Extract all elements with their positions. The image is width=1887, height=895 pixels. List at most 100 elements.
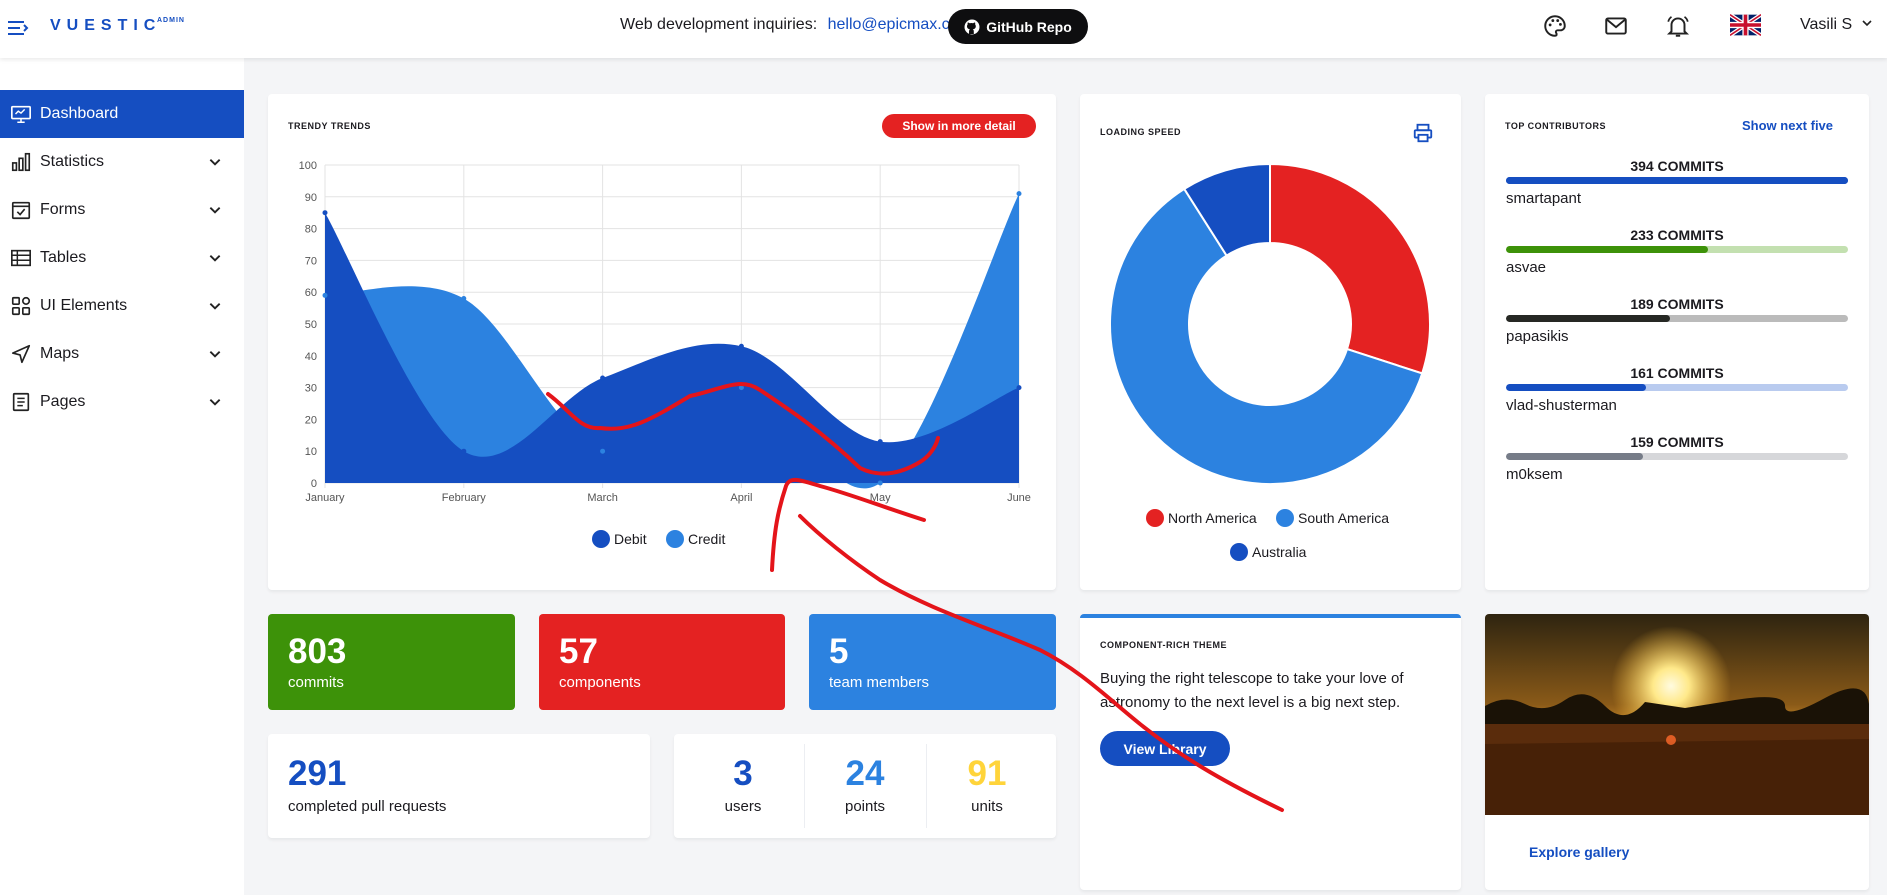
pull-requests-card: 291 completed pull requests xyxy=(268,734,650,838)
data-point-credit xyxy=(877,480,883,486)
chevron-down-icon xyxy=(209,303,221,310)
stat-components: 57 components xyxy=(539,614,785,710)
x-tick-label: May xyxy=(870,492,891,504)
legend-dot-australia xyxy=(1230,543,1248,561)
stat-label: team members xyxy=(829,674,930,691)
document-icon xyxy=(12,392,30,412)
loading-speed-donut xyxy=(1109,162,1431,485)
logo[interactable]: VUESTIC xyxy=(50,17,161,35)
checkbox-icon xyxy=(11,201,31,220)
contributor-commits: 159 COMMITS xyxy=(1630,434,1724,450)
y-tick-label: 10 xyxy=(305,446,317,458)
contributor-progress xyxy=(1506,453,1848,460)
theme-title: COMPONENT-RICH THEME xyxy=(1100,640,1227,650)
y-tick-label: 30 xyxy=(305,383,317,395)
legend-north-america[interactable]: North America xyxy=(1146,509,1257,527)
sidebar-item-forms[interactable]: Forms xyxy=(0,186,244,234)
sidebar-item-ui-elements[interactable]: UI Elements xyxy=(0,282,244,330)
x-tick-label: March xyxy=(587,492,618,504)
mini-stats-card: 3 users 24 points 91 units xyxy=(674,734,1056,838)
sidebar-item-pages[interactable]: Pages xyxy=(0,378,244,426)
sidebar-item-label: UI Elements xyxy=(40,297,128,314)
legend-south-america[interactable]: South America xyxy=(1276,509,1389,527)
uk-flag-icon[interactable] xyxy=(1730,14,1761,36)
data-point-credit xyxy=(461,296,467,302)
sidebar-item-label: Statistics xyxy=(40,153,105,170)
mini-stat-points-value: 24 xyxy=(845,754,885,793)
mail-icon[interactable] xyxy=(1603,13,1629,39)
data-point-credit xyxy=(600,448,606,454)
menu-toggle-icon[interactable] xyxy=(6,16,30,40)
pull-requests-value: 291 xyxy=(288,754,347,793)
sidebar: Dashboard Statistics Forms Tables UI Ele… xyxy=(0,58,244,895)
mini-stat-units-label: units xyxy=(971,798,1003,815)
contributor-name: smartapant xyxy=(1506,190,1582,207)
github-icon xyxy=(964,19,980,34)
data-point-debit xyxy=(877,439,883,445)
show-next-five-link[interactable]: Show next five xyxy=(1742,118,1833,133)
sidebar-item-statistics[interactable]: Statistics xyxy=(0,138,244,186)
stat-team-members: 5 team members xyxy=(809,614,1056,710)
contributor-progress xyxy=(1506,246,1848,253)
user-name: Vasili S xyxy=(1800,16,1853,33)
data-point-credit xyxy=(322,292,328,298)
legend-dot-credit xyxy=(666,530,684,548)
contributor-name: m0ksem xyxy=(1506,466,1563,483)
data-point-credit xyxy=(1016,191,1022,197)
sidebar-item-maps[interactable]: Maps xyxy=(0,330,244,378)
contributor-commits: 233 COMMITS xyxy=(1630,227,1724,243)
legend-dot-north-america xyxy=(1146,509,1164,527)
contributor-name: papasikis xyxy=(1506,328,1569,345)
y-tick-label: 90 xyxy=(305,192,317,204)
stat-value: 57 xyxy=(559,632,598,671)
sidebar-item-tables[interactable]: Tables xyxy=(0,234,244,282)
inquiry-text: Web development inquiries: xyxy=(620,16,818,33)
legend-debit[interactable]: Debit xyxy=(592,530,647,548)
palette-icon[interactable] xyxy=(1542,13,1568,39)
y-tick-label: 70 xyxy=(305,255,317,267)
sunset-image[interactable] xyxy=(1485,614,1869,815)
y-tick-label: 80 xyxy=(305,224,317,236)
x-tick-label: April xyxy=(730,492,752,504)
bell-icon[interactable] xyxy=(1665,13,1691,39)
sidebar-item-label: Tables xyxy=(40,249,87,266)
chevron-down-icon xyxy=(209,207,221,214)
contributor-progress xyxy=(1506,177,1848,184)
contributor-row: 394 COMMITS smartapant xyxy=(1506,158,1848,207)
explore-gallery-link[interactable]: Explore gallery xyxy=(1529,844,1629,860)
y-tick-label: 20 xyxy=(305,414,317,426)
stat-value: 803 xyxy=(288,632,347,671)
bar-chart-icon xyxy=(11,152,31,172)
chevron-down-icon xyxy=(1862,20,1872,27)
table-icon xyxy=(11,249,31,267)
github-repo-button[interactable]: GitHub Repo xyxy=(948,9,1088,44)
inquiry-email-link[interactable]: hello@epicmax.co xyxy=(828,16,959,33)
grid-icon xyxy=(11,296,31,316)
data-point-debit xyxy=(738,343,744,349)
mini-stat-users-label: users xyxy=(724,798,762,815)
legend-australia[interactable]: Australia xyxy=(1230,543,1306,561)
view-library-button[interactable]: View Library xyxy=(1100,731,1230,766)
legend-dot-south-america xyxy=(1276,509,1294,527)
chevron-down-icon xyxy=(209,351,221,358)
user-menu[interactable]: Vasili S xyxy=(1800,16,1873,34)
contributor-row: 189 COMMITS papasikis xyxy=(1506,296,1848,345)
logo-sub: ADMIN xyxy=(157,17,185,24)
legend-north-america-label: North America xyxy=(1168,510,1257,526)
contributor-progress xyxy=(1506,384,1848,391)
donut-slice-north-america[interactable] xyxy=(1269,162,1431,375)
sidebar-item-dashboard[interactable]: Dashboard xyxy=(0,90,244,138)
x-tick-label: January xyxy=(305,492,345,504)
contributor-commits: 189 COMMITS xyxy=(1630,296,1724,312)
data-point-debit xyxy=(600,375,606,381)
sidebar-item-label: Dashboard xyxy=(40,105,119,122)
stat-label: commits xyxy=(288,674,344,691)
gallery-card: Explore gallery xyxy=(1485,614,1869,890)
mini-stat-users-value: 3 xyxy=(733,754,753,793)
legend-credit[interactable]: Credit xyxy=(666,530,725,548)
legend-dot-debit xyxy=(592,530,610,548)
x-tick-label: June xyxy=(1007,492,1031,504)
inquiry: Web development inquiries: hello@epicmax… xyxy=(620,16,959,34)
contributor-progress-fill xyxy=(1506,177,1848,184)
contributor-row: 159 COMMITS m0ksem xyxy=(1506,434,1848,483)
